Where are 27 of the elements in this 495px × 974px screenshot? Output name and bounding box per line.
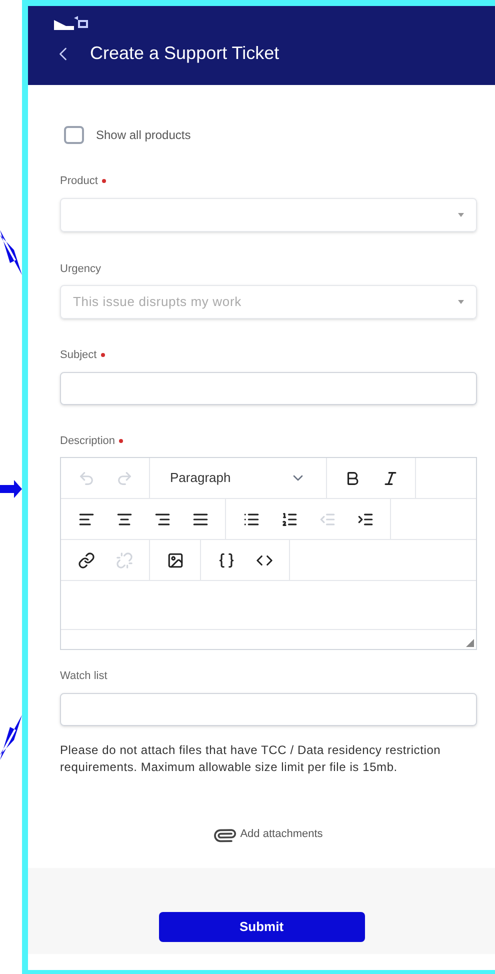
redo-icon [116, 470, 132, 486]
add-attachments-link[interactable]: Add attachments [214, 824, 323, 846]
resize-handle-icon[interactable] [466, 639, 474, 647]
submit-button[interactable]: Submit [158, 912, 364, 942]
attachment-note: Please do not attach files that have TCC / Data residency restriction requirements. Maximum allowable size limit per file is 15mb. [60, 742, 442, 776]
field-label: Product [60, 174, 98, 189]
braces-icon [218, 552, 234, 568]
checkbox[interactable] [64, 126, 84, 144]
rich-text-editor[interactable]: Paragraph [60, 457, 477, 650]
field-label: Subject [60, 348, 97, 363]
field-label: Urgency [60, 262, 101, 276]
field-label: Description [60, 434, 116, 448]
format-dropdown[interactable]: Paragraph [158, 458, 318, 498]
image-icon [166, 552, 184, 568]
select-field[interactable] [60, 198, 477, 232]
text-field[interactable] [60, 372, 477, 404]
link-icon [78, 552, 94, 568]
field-label: Watch list [60, 669, 108, 684]
dropdown-arrow-icon [458, 300, 464, 304]
header-title: Create a Support Ticket [90, 42, 280, 65]
undo-icon [78, 470, 94, 486]
checkbox-label: Show all products [96, 127, 191, 144]
numbered-list-icon [280, 510, 298, 528]
text-field[interactable] [60, 692, 477, 726]
logo-icon [52, 14, 90, 32]
dropdown-arrow-icon [458, 212, 464, 216]
unlink-icon [116, 552, 132, 568]
